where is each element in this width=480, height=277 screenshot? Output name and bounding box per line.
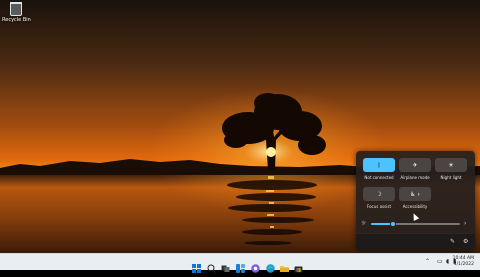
- tile-airplane-mode[interactable]: ✈: [399, 158, 431, 172]
- accessibility-icon: ♿ ›: [410, 190, 420, 198]
- edit-icon[interactable]: ✎: [450, 239, 455, 245]
- tile-label-bluetooth: Not connected: [364, 175, 394, 180]
- tile-label-night-light: Night light: [440, 175, 462, 180]
- task-view-icon[interactable]: [221, 258, 230, 272]
- store-icon[interactable]: [294, 258, 303, 273]
- airplane-icon: ✈: [412, 161, 418, 169]
- recycle-bin-shortcut[interactable]: Recycle Bin: [2, 2, 31, 23]
- quick-settings-panel: ᛒ ✈ ☀ Not connected Airplane mode Night …: [356, 151, 475, 251]
- volume-icon[interactable]: ◖: [446, 258, 449, 265]
- brightness-icon: ☼: [361, 220, 367, 227]
- tile-label-airplane-mode: Airplane mode: [400, 175, 430, 180]
- bluetooth-icon: ᛒ: [377, 161, 381, 169]
- start-icon[interactable]: [192, 258, 201, 273]
- recycle-bin-label: Recycle Bin: [2, 17, 31, 23]
- clock-date: 4/1/2022: [453, 262, 474, 267]
- search-icon[interactable]: [207, 258, 216, 273]
- quick-settings-footer: ✎ ⚙: [356, 233, 475, 251]
- night-light-icon: ☀: [448, 161, 454, 169]
- file-explorer-icon[interactable]: [280, 258, 289, 272]
- focus-assist-icon: ☽: [376, 190, 382, 198]
- tile-label-focus-assist: Focus assist: [366, 204, 392, 209]
- network-icon[interactable]: ▭: [437, 258, 443, 265]
- tile-accessibility[interactable]: ♿ ›: [399, 187, 431, 201]
- tile-label-accessibility: Accessibility: [402, 204, 428, 209]
- widgets-icon[interactable]: [236, 258, 245, 273]
- tile-focus-assist[interactable]: ☽: [363, 187, 395, 201]
- tile-night-light[interactable]: ☀: [435, 158, 467, 172]
- chat-icon[interactable]: [251, 258, 260, 273]
- brightness-slider-thumb[interactable]: [390, 221, 397, 227]
- chevron-right-icon[interactable]: ›: [464, 221, 466, 227]
- settings-icon[interactable]: ⚙: [463, 239, 468, 245]
- clock[interactable]: 10:44 AM 4/1/2022: [453, 256, 474, 268]
- tile-bluetooth[interactable]: ᛒ: [363, 158, 395, 172]
- desktop: Recycle Bin ᛒ ✈ ☀ Not connected Airplane…: [0, 0, 480, 253]
- edge-icon[interactable]: [266, 258, 275, 273]
- chevron-up-icon[interactable]: ⌃: [425, 258, 430, 265]
- taskbar: ⌃ ▭ ◖ ▮ 10:44 AM 4/1/2022: [0, 253, 480, 273]
- recycle-bin-icon: [10, 2, 22, 16]
- brightness-slider[interactable]: [371, 221, 460, 227]
